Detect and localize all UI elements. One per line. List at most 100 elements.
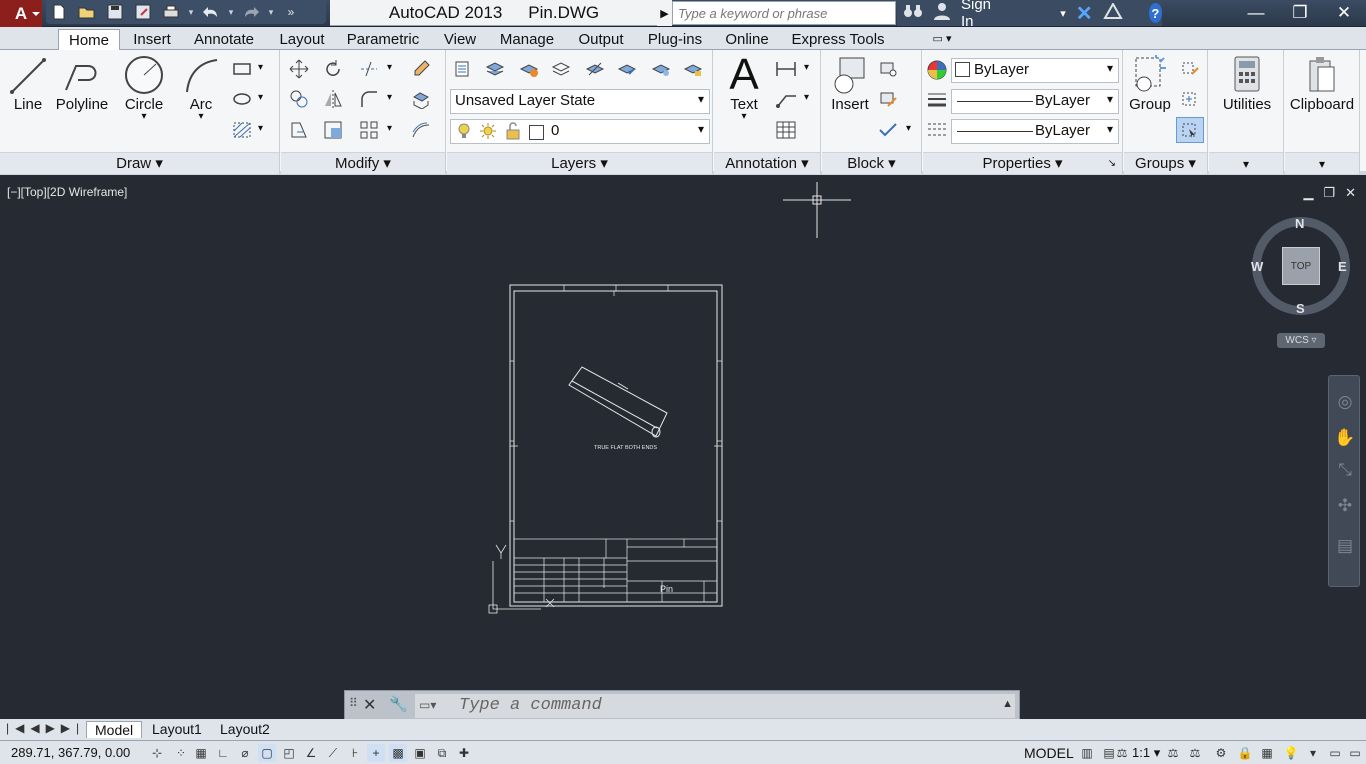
tab-plug-ins[interactable]: Plug-ins	[642, 29, 708, 51]
drawing-sheet[interactable]: TRUE FLAT BOTH ENDS Pin	[484, 281, 734, 619]
layers-panel-title[interactable]: Layers ▾	[447, 152, 712, 174]
annotation-panel-title[interactable]: Annotation ▾	[714, 152, 820, 174]
line-button[interactable]: Line	[6, 54, 50, 113]
viewport-minimize-icon[interactable]: ▁	[1303, 185, 1313, 201]
lock-ui-icon[interactable]: 🔒	[1236, 744, 1254, 762]
compass-south[interactable]: S	[1296, 301, 1305, 316]
help-icon[interactable]: ?	[1148, 3, 1162, 23]
layer-change-icon[interactable]	[613, 56, 641, 82]
group-edit-icon[interactable]	[1176, 86, 1204, 112]
viewport-controls-label[interactable]: [−][Top][2D Wireframe]	[7, 185, 127, 199]
erase-icon[interactable]	[407, 56, 435, 82]
hatch-dropdown-icon[interactable]: ▾	[258, 123, 263, 134]
coordinates-display[interactable]: 289.71, 367.79, 0.00	[11, 745, 130, 760]
viewport-close-icon[interactable]: ✕	[1345, 185, 1356, 201]
compass-west[interactable]: W	[1251, 259, 1263, 274]
ungroup-icon[interactable]	[1176, 56, 1204, 82]
bulb-icon[interactable]	[457, 122, 471, 143]
hatch-icon[interactable]	[228, 117, 256, 143]
annotation-scale-button[interactable]: 1:1 ▾	[1132, 745, 1160, 761]
match-properties-icon[interactable]	[923, 57, 951, 83]
clean-screen-icon[interactable]: ▭	[1326, 744, 1344, 762]
modify-panel-title[interactable]: Modify ▾	[281, 152, 445, 174]
command-history-icon[interactable]: ▲	[1002, 698, 1013, 710]
leader-icon[interactable]	[772, 86, 800, 112]
grid-display-icon[interactable]: ▦	[192, 744, 210, 762]
leader-dropdown-icon[interactable]: ▾	[804, 92, 809, 103]
layer-stack-icon[interactable]	[481, 56, 509, 82]
trim-dropdown-icon[interactable]: ▾	[387, 62, 392, 73]
tab-view[interactable]: View	[437, 29, 483, 51]
lineweight-toggle-icon[interactable]: +	[367, 744, 385, 762]
move-icon[interactable]	[285, 56, 313, 82]
model-space-button[interactable]: MODEL	[1024, 745, 1074, 761]
dimension-dropdown-icon[interactable]: ▾	[804, 62, 809, 73]
open-icon[interactable]	[74, 1, 100, 23]
object-snap-icon[interactable]: ▢	[258, 744, 276, 762]
undo-icon[interactable]	[198, 1, 224, 23]
edit-block-icon[interactable]	[874, 86, 902, 112]
circle-dropdown-icon[interactable]: ▾	[118, 112, 170, 122]
ribbon-minimize-icon[interactable]: ▭ ▾	[922, 29, 962, 51]
user-icon[interactable]	[933, 2, 951, 24]
attributes-dropdown-icon[interactable]: ▾	[906, 123, 911, 134]
linear-dimension-icon[interactable]	[772, 56, 800, 82]
arc-button[interactable]: Arc ▾	[178, 54, 224, 122]
tab-online[interactable]: Online	[719, 29, 775, 51]
text-button[interactable]: A Text ▾	[720, 50, 768, 122]
table-icon[interactable]	[772, 117, 800, 143]
dynamic-ucs-icon[interactable]: ⟋	[324, 744, 342, 762]
tab-output[interactable]: Output	[572, 29, 630, 51]
status-bar-menu-icon[interactable]: ▾	[1304, 744, 1322, 762]
steering-wheel-icon[interactable]: ◎	[1334, 392, 1356, 414]
transparency-icon[interactable]: ▩	[389, 744, 407, 762]
sign-in-button[interactable]: Sign In	[961, 0, 992, 30]
block-panel-title[interactable]: Block ▾	[822, 152, 921, 174]
scale-icon[interactable]	[319, 117, 347, 143]
tab-model[interactable]: Model	[86, 721, 143, 738]
showmotion-icon[interactable]: ▤	[1334, 536, 1356, 558]
tab-home[interactable]: Home	[58, 29, 120, 51]
circle-button[interactable]: Circle ▾	[118, 54, 170, 122]
command-prompt-icon[interactable]: ▭▾	[419, 698, 436, 712]
explode-icon[interactable]	[407, 86, 435, 112]
selection-cycling-icon[interactable]: ⧉	[433, 744, 451, 762]
zoom-extents-icon[interactable]: ⤡	[1334, 460, 1356, 482]
new-icon[interactable]	[46, 1, 72, 23]
save-icon[interactable]	[102, 1, 128, 23]
tab-manage[interactable]: Manage	[494, 29, 560, 51]
layer-lock-icon[interactable]	[679, 56, 707, 82]
snap-mode-icon[interactable]: ⁘	[172, 744, 190, 762]
rectangle-dropdown-icon[interactable]: ▾	[258, 62, 263, 73]
edit-attributes-icon[interactable]	[874, 117, 902, 143]
annotation-scale-icon[interactable]: ⚖	[1112, 744, 1132, 762]
tab-layout2[interactable]: Layout2	[220, 721, 270, 737]
polyline-button[interactable]: Polyline	[54, 54, 110, 113]
linetype-icon[interactable]	[923, 117, 951, 143]
group-selection-icon[interactable]	[1176, 117, 1204, 143]
hardware-acceleration-icon[interactable]: ▦	[1258, 744, 1276, 762]
compass-north[interactable]: N	[1295, 216, 1304, 231]
sun-icon[interactable]	[479, 122, 497, 143]
save-as-icon[interactable]	[130, 1, 156, 23]
command-close-icon[interactable]: ✕	[363, 695, 376, 715]
layout-tab-scroll-icons[interactable]: |◀◀▶▶|	[6, 721, 85, 735]
tab-express-tools[interactable]: Express Tools	[788, 29, 888, 51]
lineweight-icon[interactable]	[923, 87, 951, 113]
layer-state-dropdown[interactable]: Unsaved Layer State	[450, 89, 710, 114]
tab-annotate[interactable]: Annotate	[188, 29, 260, 51]
ellipse-dropdown-icon[interactable]: ▾	[258, 92, 263, 103]
copy-icon[interactable]	[285, 86, 313, 112]
fillet-icon[interactable]	[355, 86, 383, 112]
viewcube-top-face[interactable]: TOP	[1282, 247, 1320, 285]
rotate-icon[interactable]	[319, 56, 347, 82]
layer-isolate-icon[interactable]	[547, 56, 575, 82]
properties-launcher-icon[interactable]: ↘	[1108, 153, 1116, 175]
command-customize-icon[interactable]: 🔧	[389, 695, 408, 713]
layer-properties-icon[interactable]	[449, 56, 477, 82]
tab-layout1[interactable]: Layout1	[152, 721, 202, 737]
fillet-dropdown-icon[interactable]: ▾	[387, 92, 392, 103]
utilities-button[interactable]: Utilities	[1213, 54, 1281, 113]
pan-icon[interactable]: ✋	[1334, 428, 1356, 450]
array-dropdown-icon[interactable]: ▾	[387, 123, 392, 134]
